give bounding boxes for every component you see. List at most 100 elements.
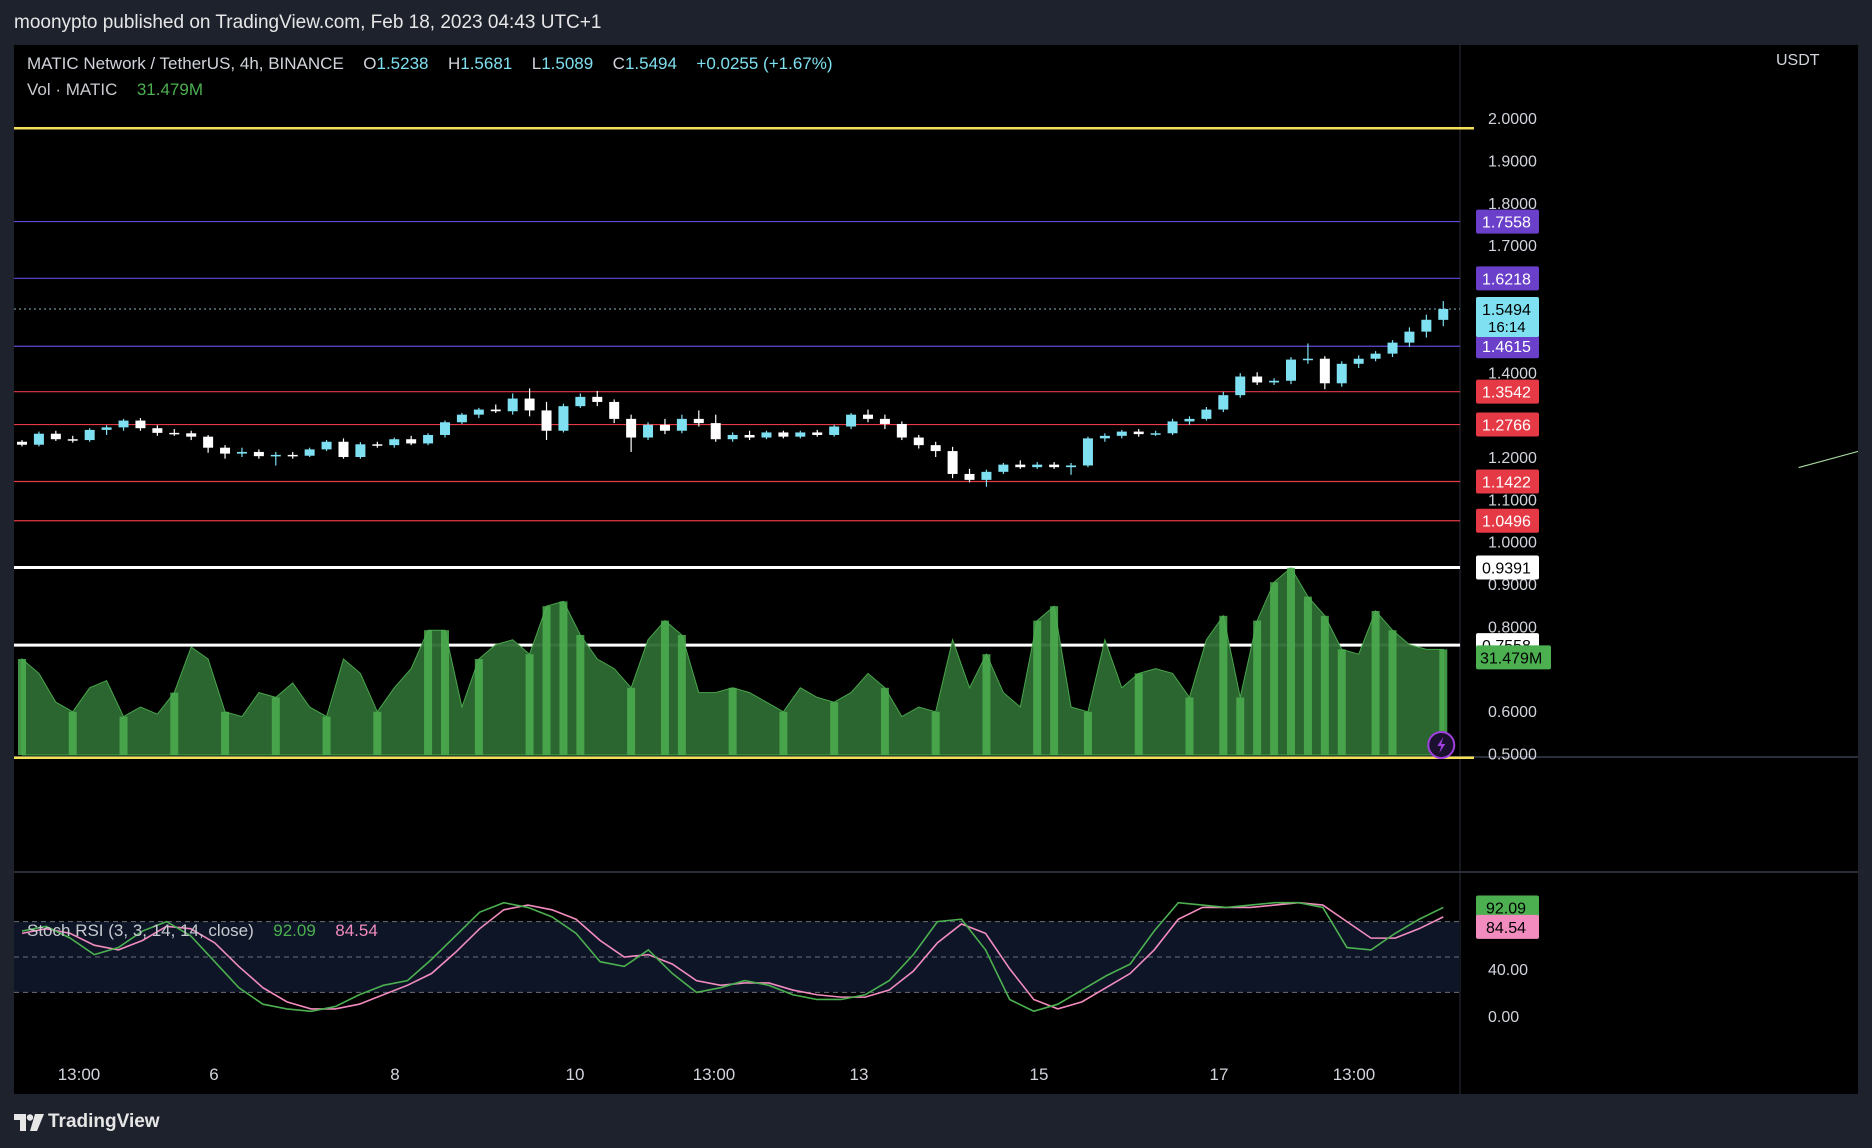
candle-body xyxy=(913,437,924,446)
tradingview-logo-icon xyxy=(14,1114,44,1131)
candle-body xyxy=(558,406,569,431)
y-tick-label: 0.9000 xyxy=(1488,577,1537,594)
volume-bar xyxy=(677,635,686,755)
candle-body xyxy=(592,396,603,402)
candle-body xyxy=(1269,380,1280,383)
volume-bar xyxy=(559,601,568,755)
volume-bar xyxy=(1287,567,1295,755)
close-label: C xyxy=(612,54,625,73)
candle-body xyxy=(101,427,112,430)
candle-body xyxy=(575,396,586,407)
candle-body xyxy=(964,473,975,480)
candle-body xyxy=(1235,376,1246,396)
level-badge-label: 1.1422 xyxy=(1482,474,1531,491)
candle-body xyxy=(50,433,61,440)
y-tick-label: 2.0000 xyxy=(1488,111,1537,128)
candle-body xyxy=(440,422,450,435)
candle-body xyxy=(67,439,78,441)
stoch-rsi-label[interactable]: Stoch RSI (3, 3, 14, 14, close) xyxy=(27,921,254,940)
x-tick-label: 13 xyxy=(850,1065,869,1084)
candle-body xyxy=(304,449,315,456)
candle-body xyxy=(152,428,163,433)
candle-body xyxy=(406,439,417,444)
volume-bar xyxy=(1320,615,1329,755)
volume-label[interactable]: Vol · MATIC xyxy=(27,80,117,99)
volume-bar xyxy=(542,606,551,755)
stoch-d-badge-label: 84.54 xyxy=(1486,920,1526,937)
volume-bar xyxy=(525,654,534,755)
volume-bar xyxy=(373,711,382,755)
volume-bar xyxy=(1083,711,1092,755)
candle-body xyxy=(1319,358,1330,384)
volume-bar xyxy=(660,620,669,755)
y-tick-label: 1.1000 xyxy=(1488,492,1537,509)
candle-body xyxy=(744,434,755,438)
volume-bar xyxy=(627,687,636,755)
y-tick-label: 0.6000 xyxy=(1488,704,1537,721)
candle-body xyxy=(676,418,687,431)
level-badge-label: 1.7558 xyxy=(1482,215,1531,232)
volume-bar xyxy=(1337,649,1346,755)
candle-body xyxy=(236,451,247,454)
candle-body xyxy=(1150,433,1161,435)
level-badge-label: 1.3542 xyxy=(1482,385,1531,402)
close-value: 1.5494 xyxy=(624,54,677,73)
volume-bar xyxy=(1134,673,1143,755)
candle-body xyxy=(220,447,231,454)
publisher-bar: moonypto published on TradingView.com, F… xyxy=(0,0,1872,45)
candle-body xyxy=(135,420,146,429)
candle-body xyxy=(778,432,789,437)
candle-body xyxy=(456,414,467,423)
volume-bar xyxy=(576,635,585,755)
candle-body xyxy=(372,444,383,446)
high-label: H xyxy=(447,54,461,73)
open-value: 1.5238 xyxy=(376,54,429,73)
level-badge-label: 1.4615 xyxy=(1482,339,1531,356)
volume-badge-label: 31.479M xyxy=(1480,650,1542,667)
candle-body xyxy=(541,410,552,431)
candle-body xyxy=(1201,409,1212,419)
candle-body xyxy=(524,398,535,411)
x-tick-label: 8 xyxy=(390,1065,399,1084)
low-label: L xyxy=(531,54,542,73)
stoch-d-value: 84.54 xyxy=(335,921,378,940)
x-tick-label: 6 xyxy=(209,1065,218,1084)
change-value: +0.0255 (+1.67%) xyxy=(696,54,833,73)
volume-bar xyxy=(221,711,230,755)
candle-body xyxy=(981,471,992,480)
volume-bar xyxy=(728,687,737,755)
volume-bar xyxy=(322,716,331,755)
x-tick-label: 10 xyxy=(566,1065,585,1084)
stoch-tick-label: 40.00 xyxy=(1488,962,1528,979)
volume-bar xyxy=(1033,620,1042,755)
candle-body xyxy=(507,398,518,412)
y-tick-label: 1.0000 xyxy=(1488,535,1537,552)
candle-body xyxy=(1252,376,1263,383)
candle-body xyxy=(1082,438,1093,466)
candle-body xyxy=(998,464,1009,472)
tradingview-brand[interactable]: TradingView xyxy=(48,1111,160,1133)
level-badge-label: 1.2766 xyxy=(1482,418,1531,435)
candle-body xyxy=(879,418,890,424)
volume-bar xyxy=(424,630,433,755)
countdown-label: 16:14 xyxy=(1488,319,1526,336)
candle-body xyxy=(490,409,501,412)
candle-body xyxy=(643,424,654,438)
symbol-name[interactable]: MATIC Network / TetherUS, 4h, BINANCE xyxy=(27,54,344,73)
candle-body xyxy=(1218,395,1229,410)
candle-body xyxy=(338,441,349,458)
candle-body xyxy=(253,451,264,457)
volume-bar xyxy=(170,692,179,755)
candle-body xyxy=(863,414,873,419)
candle-body xyxy=(287,454,298,457)
volume-bar xyxy=(119,716,128,755)
candle-body xyxy=(1286,359,1296,381)
y-tick-label: 1.7000 xyxy=(1488,238,1537,255)
candle-body xyxy=(1421,319,1432,332)
level-badge-label: 1.6218 xyxy=(1482,271,1531,288)
publisher-text: moonypto published on TradingView.com, F… xyxy=(14,12,602,33)
candle-body xyxy=(33,433,44,445)
volume-value: 31.479M xyxy=(136,80,204,99)
candle-body xyxy=(727,434,738,440)
candle-body xyxy=(795,432,806,437)
